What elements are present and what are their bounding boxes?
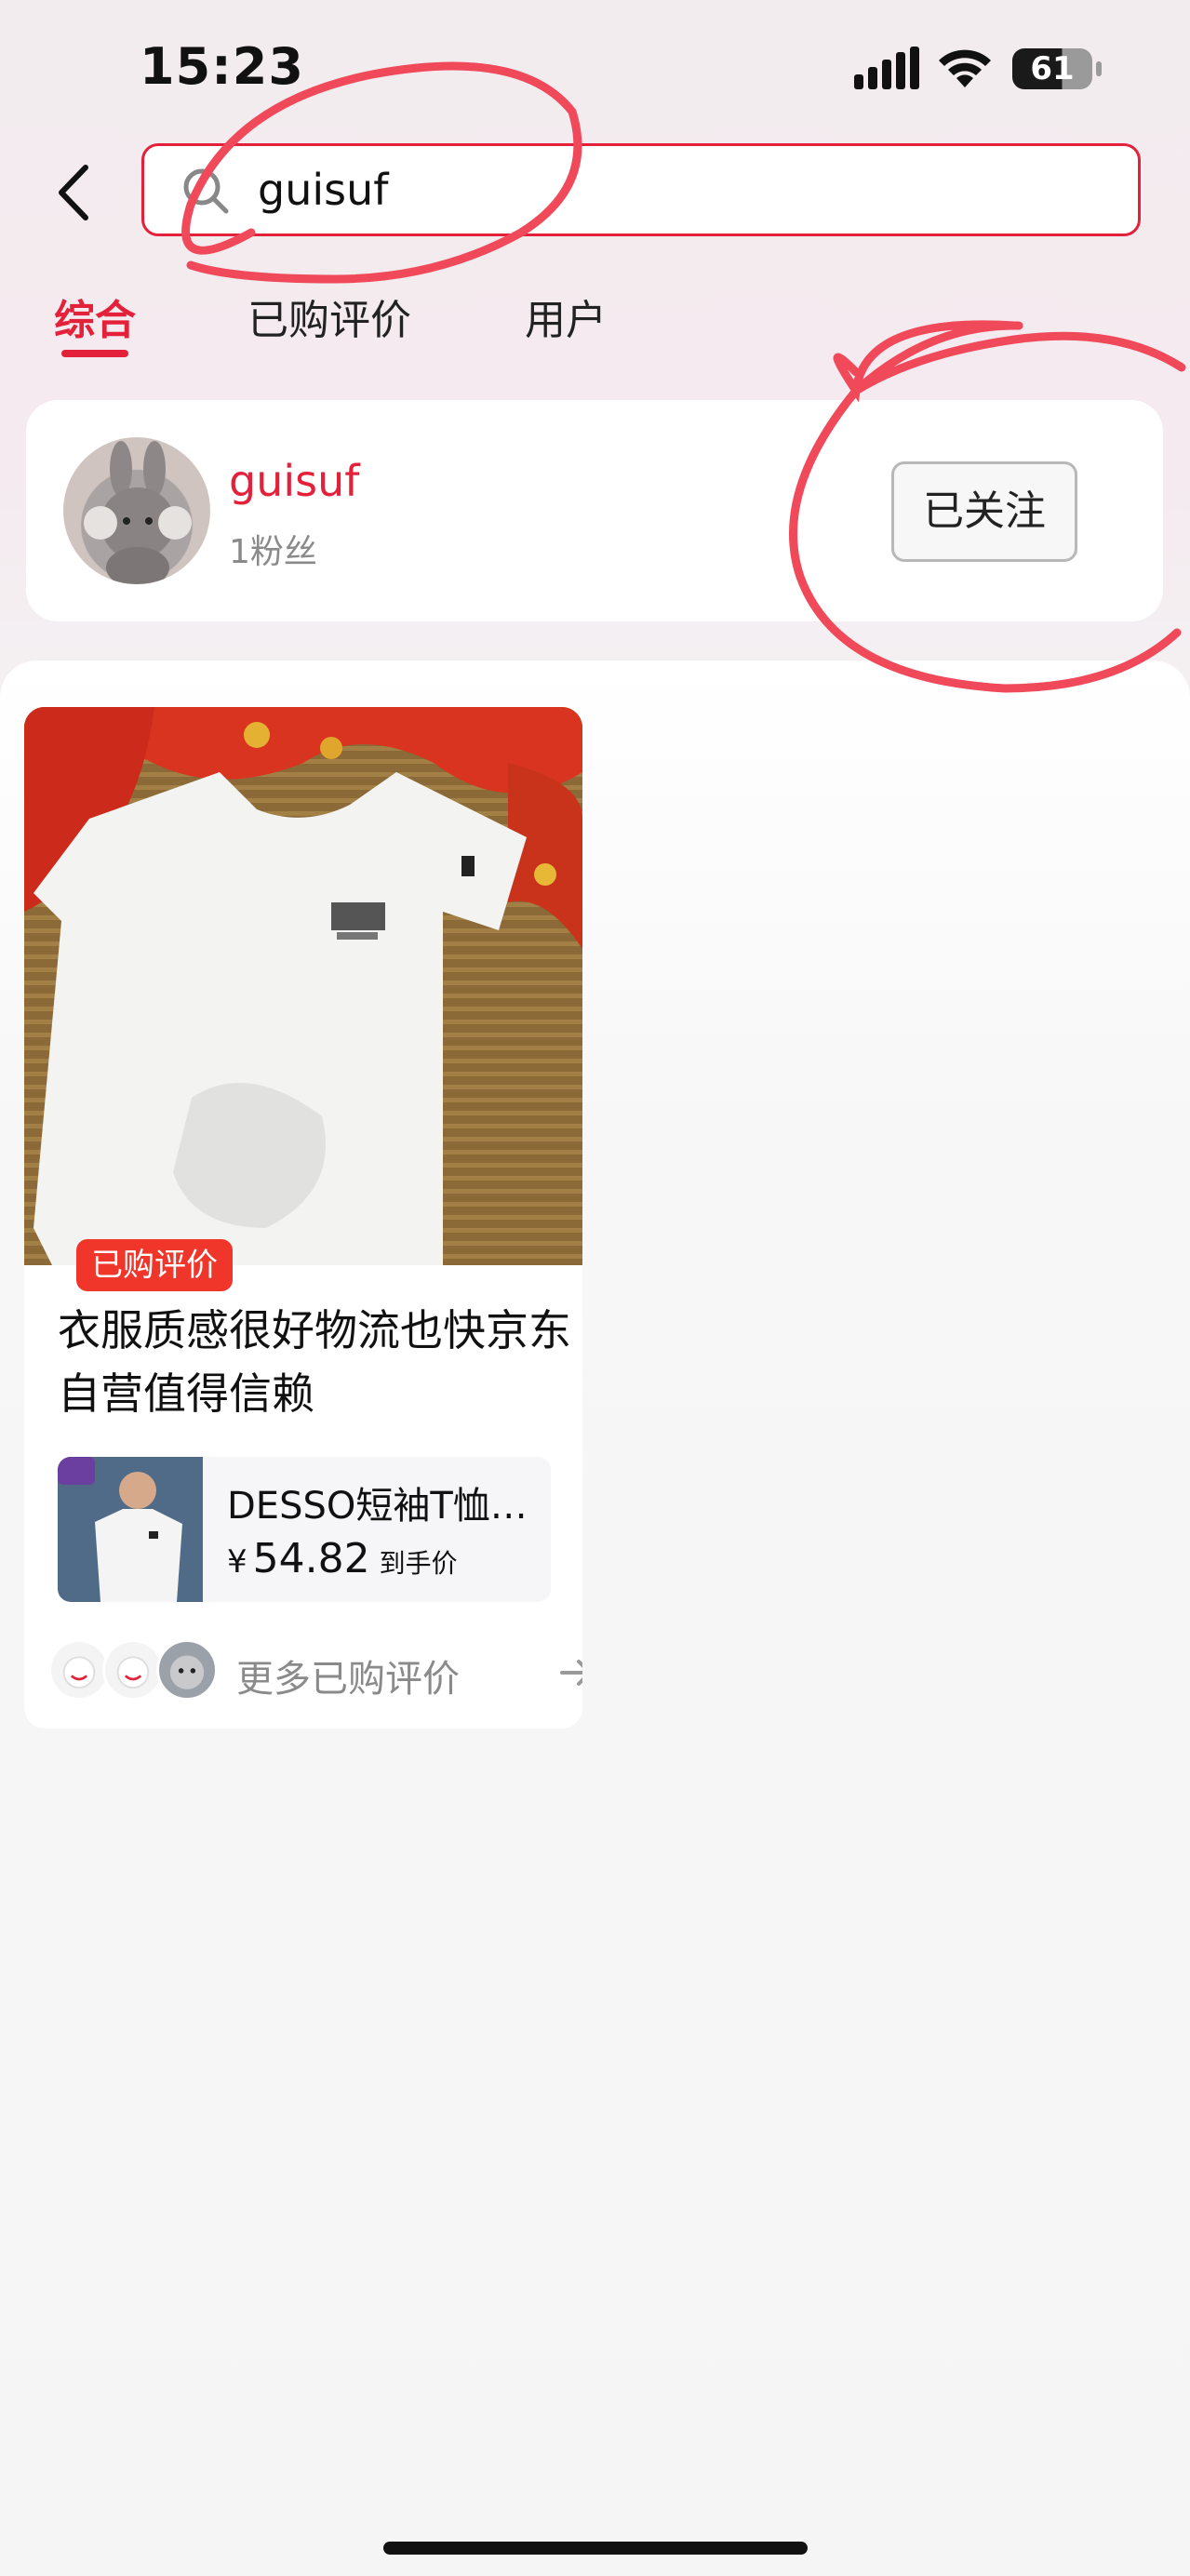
reviewer-avatar bbox=[48, 1639, 110, 1701]
avatar[interactable] bbox=[63, 437, 210, 584]
user-fans-count: 1粉丝 bbox=[229, 533, 317, 571]
arrow-right-icon[interactable] bbox=[558, 1656, 582, 1689]
battery-level: 61 bbox=[1030, 50, 1075, 87]
purchased-review-badge: 已购评价 bbox=[76, 1239, 233, 1291]
product-price: ¥54.82 到手价 bbox=[227, 1535, 458, 1582]
tab-active-indicator bbox=[61, 350, 128, 357]
status-bar: 15:23 61 bbox=[0, 0, 1190, 140]
follow-button[interactable]: 已关注 bbox=[891, 461, 1077, 562]
search-icon bbox=[183, 168, 229, 214]
more-reviews-label[interactable]: 更多已购评价 bbox=[236, 1648, 460, 1702]
tab-purchased-reviews[interactable]: 已购评价 bbox=[247, 287, 411, 346]
more-reviews-row[interactable]: 更多已购评价 bbox=[37, 1635, 582, 1706]
user-result-card[interactable]: guisuf 1粉丝 已关注 bbox=[26, 400, 1163, 621]
bunny-avatar-image bbox=[84, 441, 192, 584]
tab-overall[interactable]: 综合 bbox=[54, 287, 136, 346]
price-value: 54.82 bbox=[252, 1535, 370, 1582]
search-box[interactable] bbox=[141, 143, 1141, 236]
tab-users[interactable]: 用户 bbox=[525, 287, 607, 346]
back-button[interactable] bbox=[47, 160, 102, 225]
product-card[interactable]: DESSO短袖T恤… ¥54.82 到手价 bbox=[58, 1457, 551, 1602]
search-tabs: 综合 已购评价 用户 bbox=[0, 279, 1190, 363]
price-currency: ¥ bbox=[227, 1543, 247, 1581]
reviewer-avatar bbox=[156, 1639, 218, 1701]
review-photo[interactable] bbox=[24, 707, 582, 1265]
wifi-icon bbox=[939, 49, 991, 87]
review-title[interactable]: 衣服质感很好物流也快京东自营值得信赖 bbox=[58, 1299, 579, 1425]
home-indicator bbox=[383, 2542, 808, 2555]
review-card[interactable]: 已购评价 衣服质感很好物流也快京东自营值得信赖 DESSO短袖T恤… ¥54.8… bbox=[24, 707, 582, 1728]
battery-icon: 61 bbox=[1012, 48, 1092, 89]
price-note: 到手价 bbox=[379, 1548, 458, 1579]
search-input[interactable] bbox=[258, 157, 1095, 222]
product-name: DESSO短袖T恤… bbox=[227, 1485, 528, 1528]
battery-tip bbox=[1096, 61, 1102, 76]
cellular-signal-icon bbox=[854, 47, 919, 89]
product-thumbnail bbox=[58, 1457, 203, 1602]
reviewer-avatar bbox=[102, 1639, 164, 1701]
user-name[interactable]: guisuf bbox=[229, 456, 359, 506]
status-time: 15:23 bbox=[140, 37, 304, 96]
